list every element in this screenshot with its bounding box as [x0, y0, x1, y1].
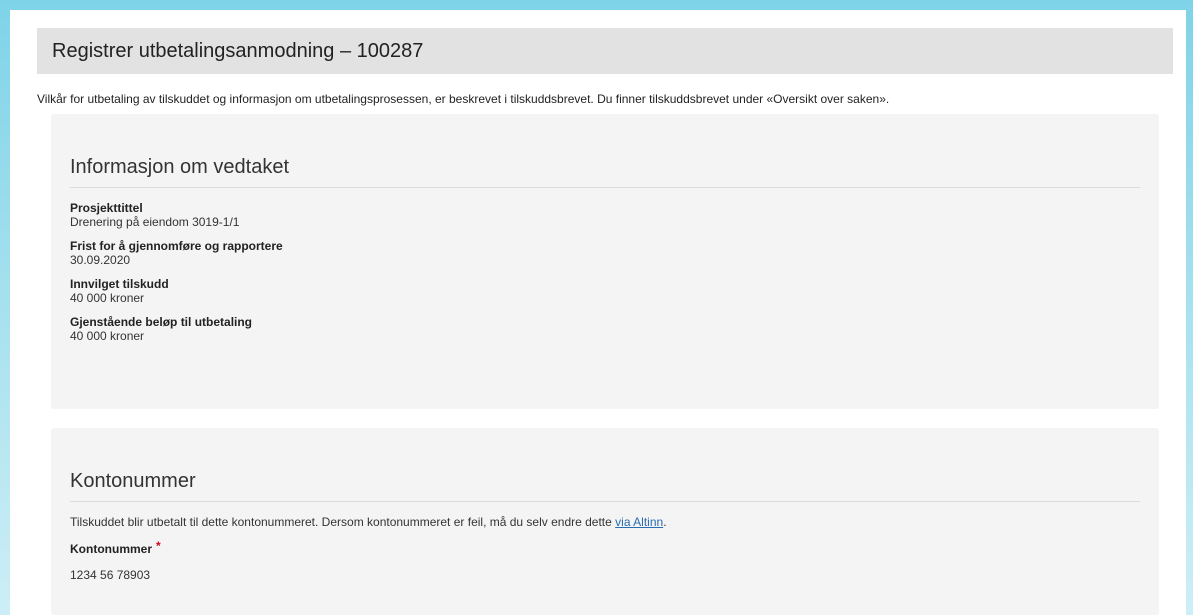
field-value: Drenering på eiendom 3019-1/1 — [70, 215, 240, 229]
info-text-before-link: Tilskuddet blir utbetalt til dette konto… — [70, 515, 616, 529]
required-marker: * — [156, 539, 161, 553]
page-title: Registrer utbetalingsanmodning – 100287 — [52, 39, 424, 62]
kontonummer-panel: Kontonummer Tilskuddet blir utbetalt til… — [51, 428, 1159, 615]
info-text-after-link: . — [663, 515, 667, 529]
field-label: Gjenstående beløp til utbetaling — [70, 315, 253, 329]
kontonummer-info-text: Tilskuddet blir utbetalt til dette konto… — [70, 515, 1140, 529]
kontonummer-value: 1234 56 78903 — [70, 568, 151, 582]
kontonummer-heading: Kontonummer — [70, 470, 1140, 502]
page-container: Registrer utbetalingsanmodning – 100287 … — [10, 10, 1186, 615]
field-label: Frist for å gjennomføre og rapportere — [70, 239, 283, 253]
kontonummer-label-text: Kontonummer — [70, 542, 152, 556]
intro-text: Vilkår for utbetaling av tilskuddet og i… — [37, 92, 890, 106]
field-value: 40 000 kroner — [70, 329, 145, 343]
page-header: Registrer utbetalingsanmodning – 100287 — [37, 28, 1173, 74]
via-altinn-link[interactable]: via Altinn — [615, 515, 663, 529]
field-gjenstaende-belop: Gjenstående beløp til utbetaling 40 000 … — [70, 315, 1140, 343]
field-label: Prosjekttittel — [70, 201, 143, 215]
field-innvilget-tilskudd: Innvilget tilskudd 40 000 kroner — [70, 277, 1140, 305]
vedtak-heading: Informasjon om vedtaket — [70, 156, 1140, 188]
field-value: 40 000 kroner — [70, 291, 145, 305]
field-frist: Frist for å gjennomføre og rapportere 30… — [70, 239, 1140, 267]
field-label: Innvilget tilskudd — [70, 277, 169, 291]
vedtak-panel: Informasjon om vedtaket Prosjekttittel D… — [51, 114, 1159, 409]
field-prosjekttittel: Prosjekttittel Drenering på eiendom 3019… — [70, 201, 1140, 229]
field-value: 30.09.2020 — [70, 253, 131, 267]
kontonummer-label: Kontonummer * — [70, 539, 1140, 556]
